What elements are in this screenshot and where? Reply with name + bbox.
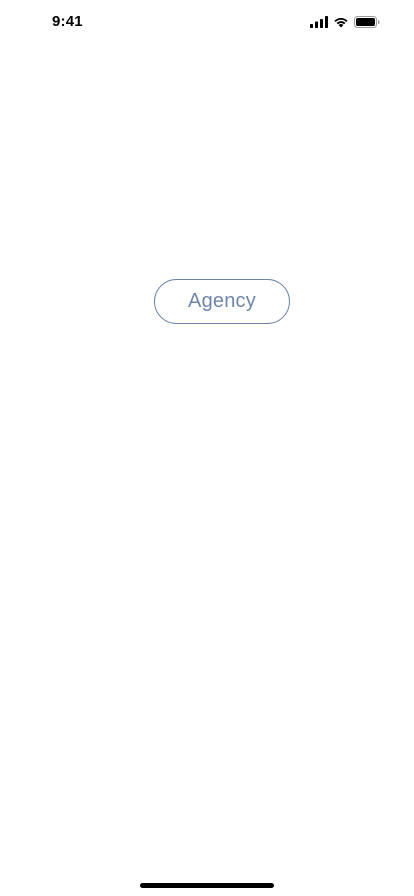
status-icons (310, 15, 380, 29)
status-bar: 9:41 (0, 0, 414, 44)
agency-button-label: Agency (188, 290, 256, 312)
status-time: 9:41 (52, 13, 83, 30)
cellular-signal-icon (310, 16, 328, 28)
agency-button[interactable]: Agency (154, 279, 290, 324)
home-indicator[interactable] (140, 883, 274, 888)
wifi-icon (333, 16, 349, 28)
battery-icon (354, 16, 380, 28)
